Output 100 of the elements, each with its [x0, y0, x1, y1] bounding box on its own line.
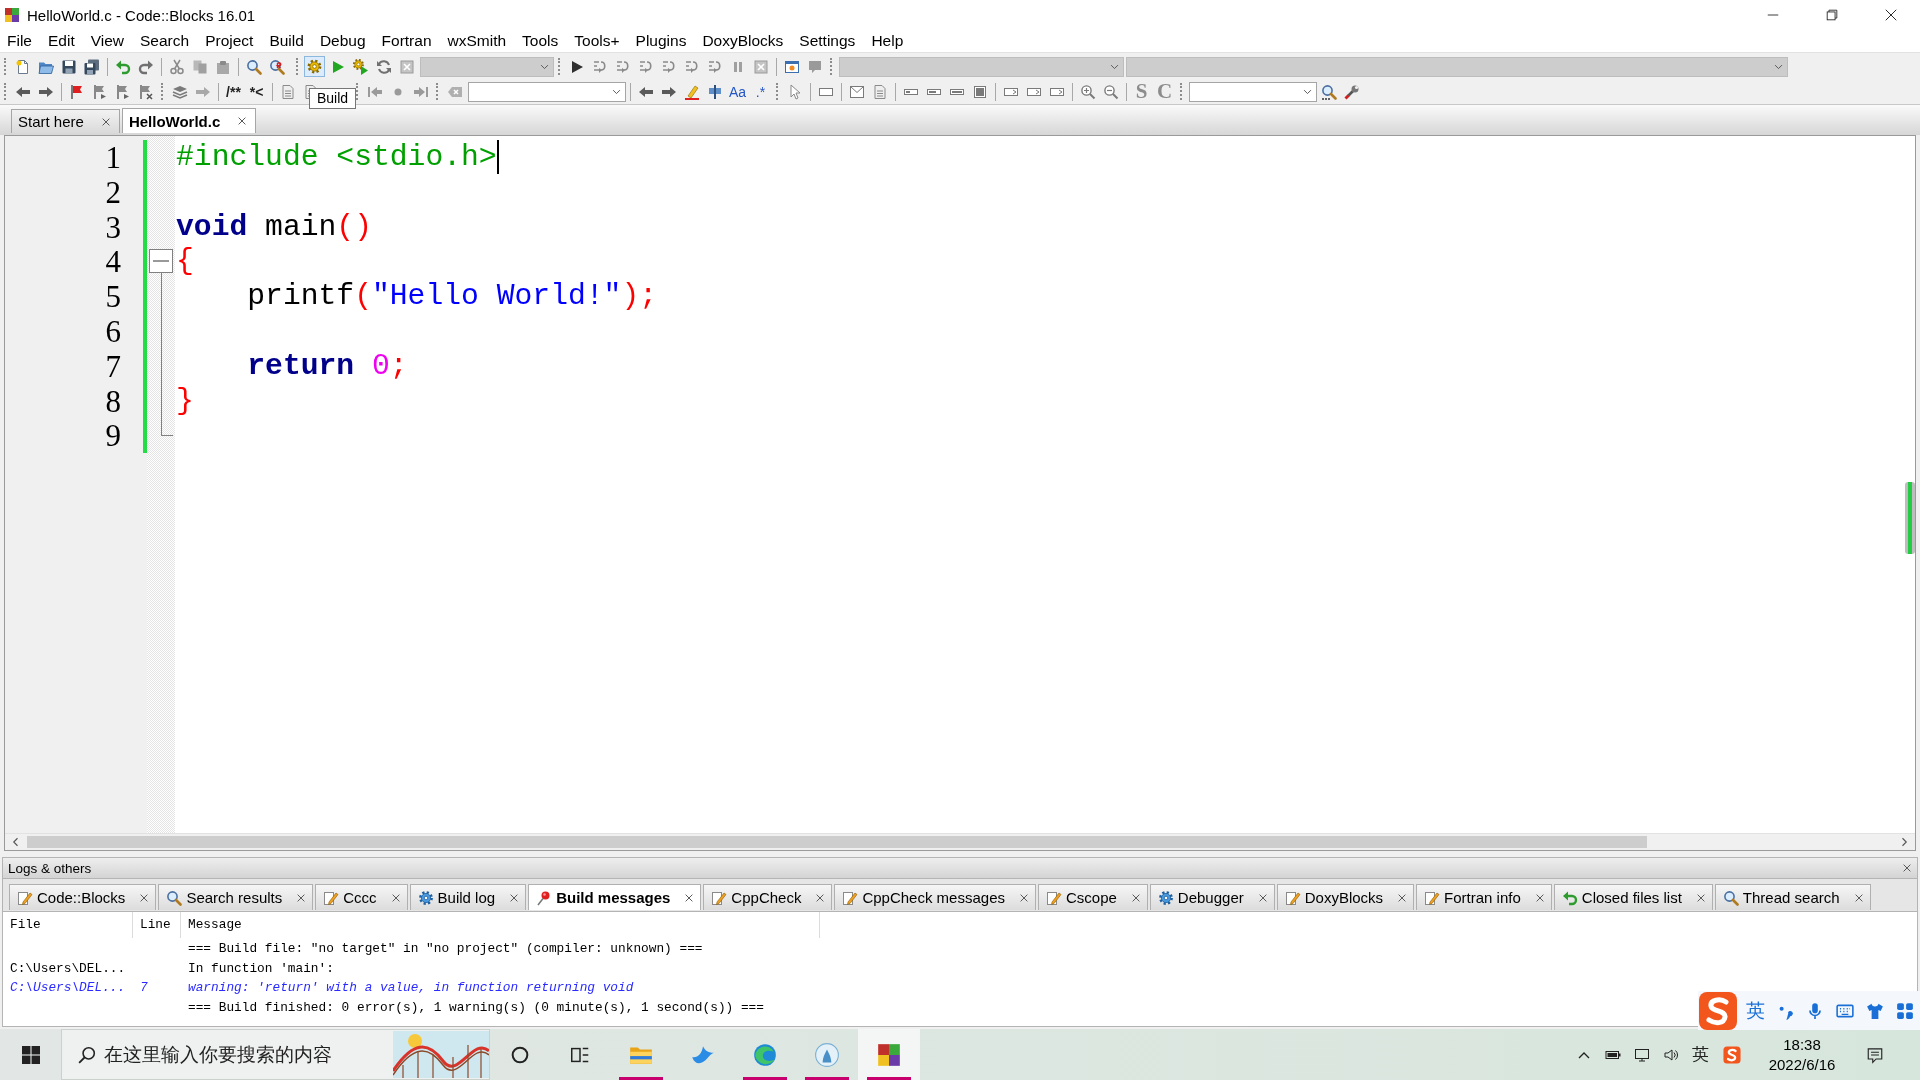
input-mode-button[interactable]: 英 [1741, 997, 1770, 1024]
flag-icon[interactable] [68, 83, 85, 100]
log-tab[interactable]: Cscope [1038, 884, 1148, 910]
search-icon[interactable] [1320, 83, 1337, 100]
dropdown-field[interactable] [420, 56, 554, 77]
copy-icon[interactable] [191, 58, 208, 75]
column-header[interactable]: Line [133, 912, 181, 938]
editor-tab[interactable]: HelloWorld.c [121, 108, 257, 133]
log-tab[interactable]: DoxyBlocks [1276, 884, 1415, 910]
bookmark-flag-icon[interactable] [137, 83, 154, 100]
search-field[interactable]: 在这里输入你要搜索的内容 [104, 1043, 344, 1066]
windows-logo-icon[interactable] [21, 1045, 40, 1064]
toolbar-text-button[interactable]: Aa [726, 80, 749, 103]
step-arrows-icon[interactable] [637, 58, 654, 75]
scrollbar-thumb[interactable] [27, 836, 1647, 848]
clipboard-icon[interactable] [214, 58, 231, 75]
zoom-in-icon[interactable] [1079, 83, 1096, 100]
floppy-disks-icon[interactable] [83, 58, 100, 75]
notification-icon[interactable] [1866, 1045, 1884, 1064]
input-mode-indicator[interactable]: 英 [1685, 1043, 1715, 1066]
log-tab[interactable]: Thread search [1714, 884, 1871, 910]
envelope-icon[interactable] [848, 83, 865, 100]
menu-item[interactable]: Search [132, 30, 198, 52]
menu-item[interactable]: Help [863, 30, 912, 52]
document-icon[interactable] [279, 83, 296, 100]
s-logo-icon[interactable] [1723, 1045, 1741, 1064]
gear-play-icon[interactable] [352, 58, 369, 75]
scrollbar-thumb[interactable] [1905, 482, 1915, 554]
log-tab[interactable]: Fortran info [1416, 884, 1552, 910]
clock-time[interactable]: 18:38 [1783, 1034, 1821, 1055]
search-icon[interactable] [245, 58, 262, 75]
log-tab[interactable]: Closed files list [1553, 884, 1713, 910]
microphone-icon[interactable] [1806, 1001, 1824, 1020]
menu-item[interactable]: DoxyBlocks [694, 30, 792, 52]
curved-arrow-right-icon[interactable] [137, 58, 154, 75]
menu-item[interactable]: Project [197, 30, 262, 52]
step-arrows-icon[interactable] [706, 58, 723, 75]
menu-item[interactable]: Settings [791, 30, 864, 52]
editor-tab[interactable]: Start here [11, 109, 120, 133]
document-icon[interactable] [871, 83, 888, 100]
new-file-icon[interactable] [14, 58, 31, 75]
restore-icon[interactable] [1824, 8, 1839, 22]
menu-item[interactable]: Tools+ [566, 30, 628, 52]
code-editor[interactable]: 1 2 3 4 5 6 7 8 9 #include <stdio.h> void main() { printf("Hello World!"); return 0; } [4, 135, 1916, 851]
log-tab[interactable]: Build messages [528, 884, 702, 910]
menu-item[interactable]: File [0, 30, 40, 52]
log-tab[interactable]: CppCheck messages [834, 884, 1036, 910]
bookmark-flag-icon[interactable] [91, 83, 108, 100]
log-tab[interactable]: Build log [409, 884, 527, 910]
menu-item[interactable]: wxSmith [439, 30, 515, 52]
gear-icon[interactable] [304, 56, 325, 77]
toolbar-text-button[interactable]: /** [222, 80, 245, 103]
step-arrows-icon[interactable] [591, 58, 608, 75]
window-icon[interactable] [783, 58, 800, 75]
log-tab[interactable]: Cccc [315, 884, 408, 910]
speaker-icon[interactable] [1662, 1046, 1679, 1063]
column-header[interactable]: Message [181, 912, 820, 938]
log-tab[interactable]: Debugger [1149, 884, 1275, 910]
dropdown-field[interactable] [1189, 81, 1317, 102]
bar-icon[interactable] [971, 83, 988, 100]
clock-date[interactable]: 2022/6/16 [1768, 1054, 1836, 1075]
toolbar-text-button[interactable]: *< [245, 80, 268, 103]
column-header[interactable]: File [3, 912, 133, 938]
wrench-icon[interactable] [1343, 83, 1360, 100]
bookmark-flag-icon[interactable] [114, 83, 131, 100]
menu-item[interactable]: Plugins [627, 30, 695, 52]
dropdown-field[interactable] [468, 81, 626, 102]
step-arrows-icon[interactable] [683, 58, 700, 75]
menu-item[interactable]: View [82, 30, 133, 52]
monitor-icon[interactable] [1633, 1046, 1650, 1063]
menu-item[interactable]: Debug [311, 30, 374, 52]
highlighter-icon[interactable] [683, 83, 700, 100]
toolbar-text-button[interactable]: .* [749, 80, 772, 103]
line-number: 8 [104, 383, 122, 419]
menu-item[interactable]: Tools [514, 30, 567, 52]
code-line: return 0; [246, 348, 408, 384]
menu-item[interactable]: Edit [40, 30, 83, 52]
menu-item[interactable]: Fortran [373, 30, 440, 52]
bracket-icon[interactable] [706, 83, 723, 100]
grid-icon[interactable] [1896, 1001, 1914, 1020]
shirt-icon[interactable] [1866, 1001, 1884, 1020]
close-icon[interactable] [1883, 8, 1898, 22]
menu-item[interactable]: Build [261, 30, 312, 52]
log-tab[interactable]: Code::Blocks [9, 884, 157, 910]
search-replace-icon[interactable] [268, 58, 285, 75]
scissors-icon[interactable] [168, 58, 185, 75]
step-arrows-icon[interactable] [660, 58, 677, 75]
curved-arrow-left-icon[interactable] [114, 58, 131, 75]
zoom-out-icon[interactable] [1102, 83, 1119, 100]
stacked-layers-icon[interactable] [171, 83, 188, 100]
step-arrows-icon[interactable] [614, 58, 631, 75]
taskbar-app-button[interactable] [858, 1029, 920, 1080]
dropdown-field[interactable] [1126, 56, 1788, 77]
log-tab[interactable]: CppCheck [703, 884, 833, 910]
speech-bubble-icon[interactable] [806, 58, 823, 75]
s-logo-icon[interactable] [1698, 990, 1738, 1031]
log-tab[interactable]: Search results [158, 884, 314, 910]
minus-box-icon[interactable] [149, 249, 173, 274]
dropdown-field[interactable] [839, 56, 1124, 77]
circular-arrows-icon[interactable] [375, 58, 392, 75]
